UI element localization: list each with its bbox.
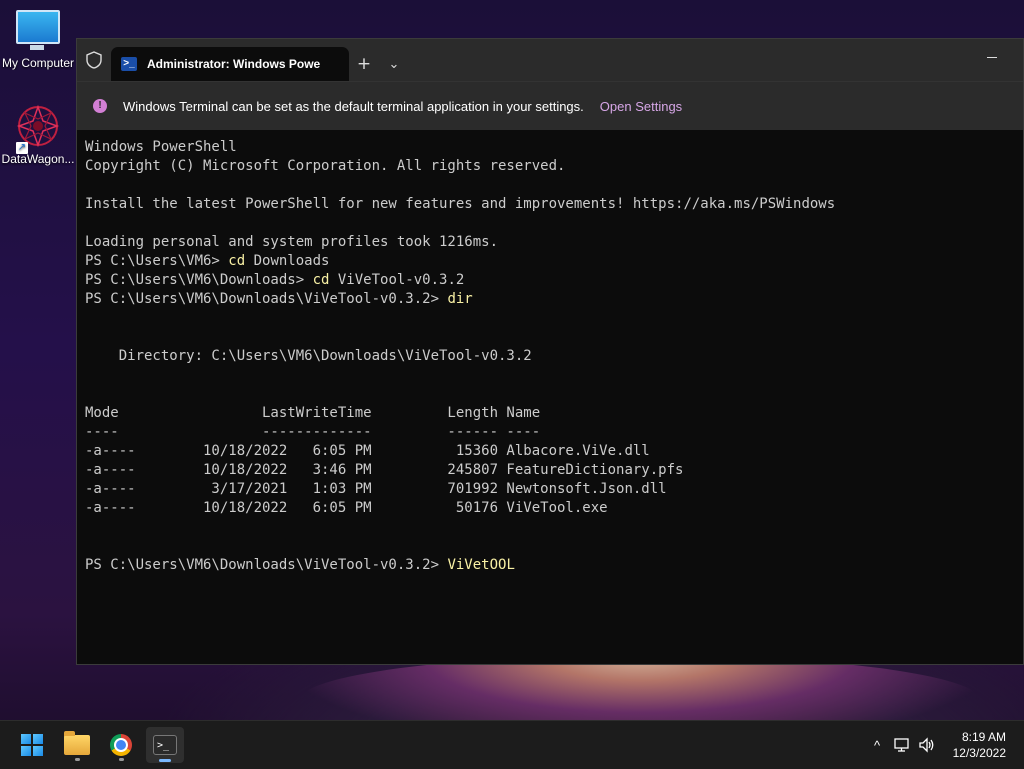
info-icon: ! xyxy=(93,99,107,113)
desktop-icon-label: My Computer xyxy=(1,56,75,70)
network-icon[interactable] xyxy=(888,737,916,753)
tab-title: Administrator: Windows Powe xyxy=(147,57,321,71)
console-line: PS C:\Users\VM6> cd Downloads xyxy=(85,252,1023,271)
console-prompt: PS C:\Users\VM6\Downloads\ViVeTool-v0.3.… xyxy=(85,291,448,307)
powershell-icon: >_ xyxy=(121,57,137,71)
info-bar: ! Windows Terminal can be set as the def… xyxy=(77,81,1023,130)
clock-date: 12/3/2022 xyxy=(952,746,1006,760)
terminal-taskbar-button[interactable]: >_ xyxy=(146,727,184,763)
tray-chevron-icon[interactable]: ^ xyxy=(866,738,888,753)
console-line: -a---- 10/18/2022 3:46 PM 245807 Feature… xyxy=(85,462,684,478)
console-line: Windows PowerShell xyxy=(85,139,237,155)
minimize-button[interactable] xyxy=(987,49,1001,61)
console-line: -a---- 10/18/2022 6:05 PM 50176 ViVeTool… xyxy=(85,500,608,516)
desktop-icon-my-computer[interactable]: My Computer xyxy=(0,10,76,70)
folder-icon xyxy=(64,731,90,755)
console-argument: Downloads xyxy=(245,253,330,269)
terminal-window[interactable]: >_ Administrator: Windows Powe + ⌄ ! Win… xyxy=(76,38,1024,665)
console-line: ---- ------------- ------ ---- xyxy=(85,424,541,440)
console-line: PS C:\Users\VM6\Downloads\ViVeTool-v0.3.… xyxy=(85,556,1023,575)
windows-logo-icon xyxy=(21,734,43,756)
console-prompt: PS C:\Users\VM6\Downloads\ViVeTool-v0.3.… xyxy=(85,557,448,573)
taskbar: >_ ^ 8:19 AM 12/3/2022 xyxy=(0,720,1024,769)
volume-icon[interactable] xyxy=(916,737,938,753)
chrome-icon xyxy=(110,734,132,756)
console-line: PS C:\Users\VM6\Downloads\ViVeTool-v0.3.… xyxy=(85,290,1023,309)
console-line: -a---- 3/17/2021 1:03 PM 701992 Newtonso… xyxy=(85,481,667,497)
title-bar[interactable]: >_ Administrator: Windows Powe + ⌄ xyxy=(77,39,1023,81)
console-prompt: PS C:\Users\VM6> xyxy=(85,253,229,269)
open-settings-link[interactable]: Open Settings xyxy=(600,99,682,114)
console-line: Copyright (C) Microsoft Corporation. All… xyxy=(85,158,566,174)
console-output[interactable]: Windows PowerShell Copyright (C) Microsof… xyxy=(77,130,1023,575)
console-line: Install the latest PowerShell for new fe… xyxy=(85,196,836,212)
console-command: cd xyxy=(312,272,330,288)
info-message: Windows Terminal can be set as the defau… xyxy=(123,98,584,114)
file-explorer-button[interactable] xyxy=(58,727,96,763)
new-tab-button[interactable]: + xyxy=(349,47,379,81)
tab-dropdown-button[interactable]: ⌄ xyxy=(379,47,409,81)
console-prompt: PS C:\Users\VM6\Downloads> xyxy=(85,272,313,288)
desktop-icon-datawagon[interactable]: ↗ DataWagon... xyxy=(0,104,76,166)
console-line: Loading personal and system profiles too… xyxy=(85,234,499,250)
shield-icon[interactable] xyxy=(77,39,111,81)
console-command: cd xyxy=(228,253,246,269)
desktop-icon-label: DataWagon... xyxy=(1,152,75,166)
terminal-icon: >_ xyxy=(153,735,177,755)
console-argument: ViVeTool-v0.3.2 xyxy=(329,272,465,288)
system-tray: ^ xyxy=(866,721,938,769)
start-button[interactable] xyxy=(13,727,51,763)
chrome-button[interactable] xyxy=(102,727,140,763)
clock-time: 8:19 AM xyxy=(961,730,1006,744)
clock[interactable]: 8:19 AM 12/3/2022 xyxy=(953,729,1006,761)
shortcut-arrow-icon: ↗ xyxy=(16,142,28,154)
tab-powershell[interactable]: >_ Administrator: Windows Powe xyxy=(111,47,349,81)
console-line: -a---- 10/18/2022 6:05 PM 15360 Albacore… xyxy=(85,443,650,459)
monitor-icon xyxy=(16,10,60,50)
console-command: ViVetOOL xyxy=(447,557,515,573)
console-command: dir xyxy=(447,291,473,307)
console-line: Mode LastWriteTime Length Name xyxy=(85,405,541,421)
console-line: PS C:\Users\VM6\Downloads> cd ViVeTool-v… xyxy=(85,271,1023,290)
console-line: Directory: C:\Users\VM6\Downloads\ViVeTo… xyxy=(85,348,532,364)
datawagon-logo-icon: ↗ xyxy=(16,104,60,154)
